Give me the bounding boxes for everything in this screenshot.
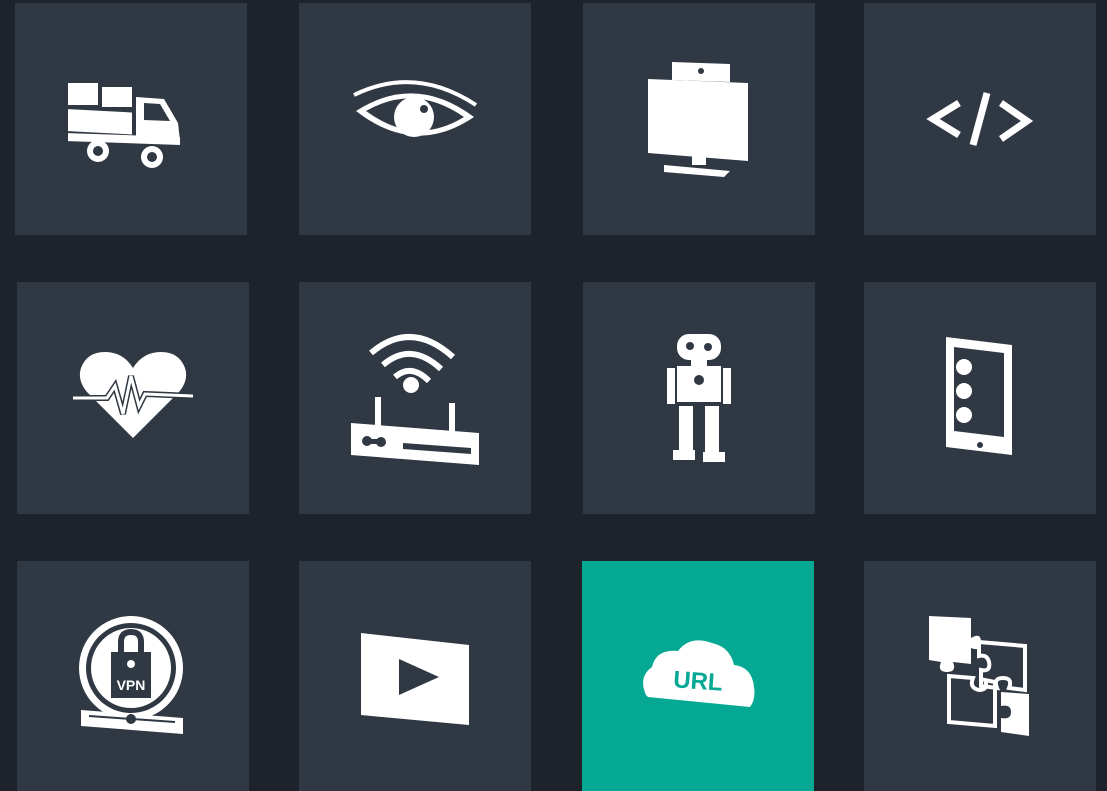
router-icon	[351, 333, 479, 465]
tile-robotics[interactable]	[583, 282, 815, 514]
tile-video[interactable]	[299, 561, 531, 791]
vpn-label: VPN	[117, 677, 146, 693]
icon-tile-grid: VPN URL	[0, 0, 1107, 791]
tablet-icon	[946, 337, 1012, 455]
tile-health[interactable]	[17, 282, 249, 514]
url-label: URL	[672, 666, 723, 696]
cloud-url-icon: URL	[643, 640, 755, 707]
vpn-lock-icon: VPN	[79, 616, 183, 734]
tile-code[interactable]	[864, 3, 1096, 235]
eye-icon	[353, 80, 478, 137]
tile-integration[interactable]	[864, 561, 1096, 791]
puzzle-icon	[929, 616, 1029, 736]
truck-icon	[68, 83, 180, 168]
tile-vpn[interactable]: VPN	[17, 561, 249, 791]
monitor-icon	[648, 61, 748, 177]
tile-mobile[interactable]	[864, 282, 1096, 514]
play-icon	[361, 633, 469, 725]
tile-url-cloud[interactable]: URL	[582, 561, 814, 791]
code-icon	[926, 92, 1034, 146]
tile-wifi-router[interactable]	[299, 282, 531, 514]
tile-display[interactable]	[583, 3, 815, 235]
tile-delivery-truck[interactable]	[15, 3, 247, 235]
robot-icon	[667, 334, 731, 462]
heartbeat-icon	[73, 352, 193, 438]
tile-vision[interactable]	[299, 3, 531, 235]
